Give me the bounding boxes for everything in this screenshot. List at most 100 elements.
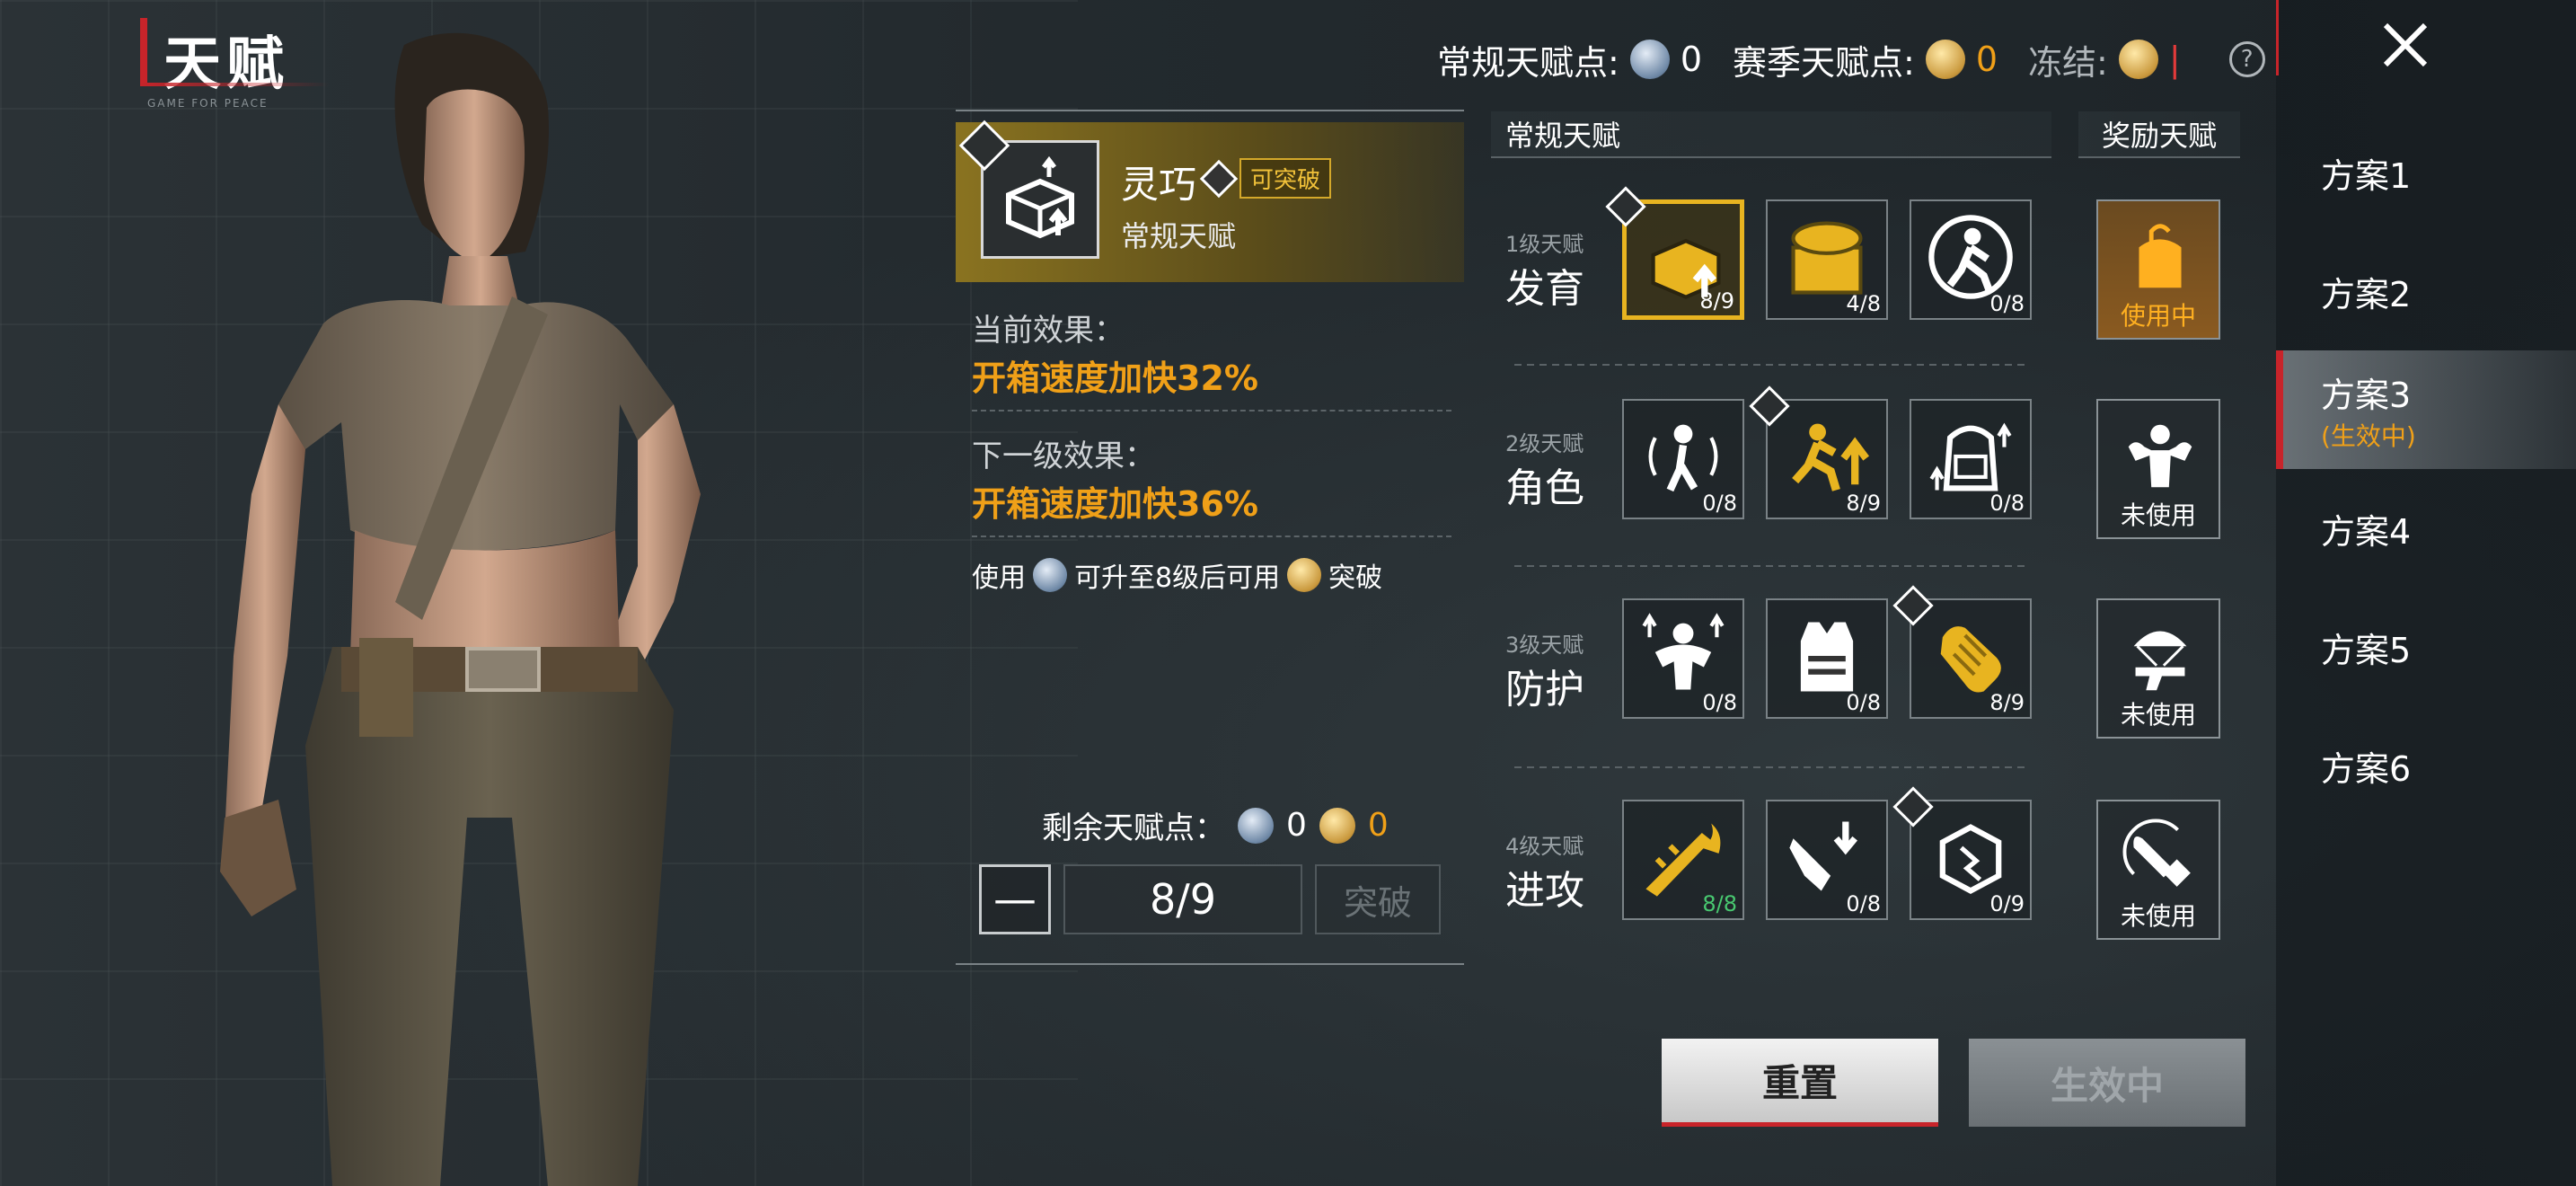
gold-coin-icon (1319, 807, 1355, 844)
armor-buff-icon (1642, 613, 1725, 690)
bonus-status: 未使用 (2120, 901, 2196, 931)
remaining-regular-value: 0 (1286, 807, 1307, 844)
page-title: 天赋 (163, 31, 289, 98)
gold-coin-icon (1287, 558, 1322, 592)
scheme-label: 方案6 (2321, 748, 2412, 789)
frozen-label: 冻结: (2028, 42, 2108, 83)
divider (972, 535, 1451, 537)
game-tag: GAME FOR PEACE (147, 97, 269, 110)
scheme-2[interactable]: 方案2 (2276, 232, 2576, 350)
level-value: 8/9 (1063, 864, 1302, 934)
title-accent (140, 18, 147, 83)
scheme-list: 方案1 方案2 方案3 (生效中) 方案4 方案5 方案6 (2276, 113, 2576, 825)
talent-detail-icon (981, 140, 1099, 259)
scheme-label: 方案3 (2321, 375, 2412, 415)
talent-count: 0/8 (1702, 491, 1737, 516)
close-button[interactable] (2369, 9, 2441, 81)
talent-cell[interactable]: 0/8 (1622, 598, 1744, 719)
talent-cell[interactable]: 8/9 (1622, 199, 1744, 320)
break-button[interactable]: 突破 (1315, 864, 1441, 934)
remaining-season-value: 0 (1367, 807, 1389, 844)
hint-use: 使用 (972, 562, 1026, 594)
next-effect-label: 下一级效果： (972, 438, 1155, 474)
bonus-status: 未使用 (2120, 500, 2196, 530)
bullet-icon (2122, 819, 2191, 887)
frozen-value: | (2168, 40, 2181, 79)
tier-level: 1级天赋 (1505, 232, 1584, 257)
tier-name: 防护 (1505, 667, 1584, 712)
break-diamond-icon (1199, 159, 1239, 198)
tier-1-label: 1级天赋发育 (1505, 226, 1595, 314)
airdrop-pistol-icon (2133, 631, 2187, 691)
glove-icon (1940, 626, 2001, 693)
level-stepper: — 8/9 突破 (979, 864, 1441, 934)
reset-button[interactable]: 重置 (1662, 1039, 1938, 1127)
rifle-fire-icon (1645, 823, 1721, 897)
breakable-badge: 可突破 (1199, 158, 1332, 199)
row-divider (1514, 356, 2026, 366)
talent-cell[interactable]: 0/8 (1622, 399, 1744, 519)
current-effect-value: 开箱速度加快32% (972, 358, 1258, 398)
tier-name: 进攻 (1505, 868, 1584, 914)
talent-cell[interactable]: 0/8 (1766, 800, 1888, 920)
treasure-chest-icon (1791, 221, 1863, 295)
detail-bottom-border (956, 963, 1464, 965)
decrease-button[interactable]: — (979, 864, 1051, 934)
hint-break: 突破 (1328, 562, 1383, 594)
scheme-label: 方案5 (2321, 630, 2412, 670)
bonus-talent-cell[interactable]: 使用中 (2096, 199, 2220, 340)
silver-coin-icon (1033, 558, 1067, 592)
tier-level: 4级天赋 (1505, 834, 1584, 859)
scheme-4[interactable]: 方案4 (2276, 469, 2576, 588)
season-points-label: 赛季天赋点: (1733, 42, 1915, 83)
bonus-talent-cell[interactable]: 未使用 (2096, 598, 2220, 739)
talent-cell[interactable]: 0/8 (1766, 598, 1888, 719)
tier-level: 3级天赋 (1505, 633, 1584, 658)
scheme-1[interactable]: 方案1 (2276, 113, 2576, 232)
talent-cell[interactable]: 0/8 (1910, 199, 2032, 320)
scheme-6[interactable]: 方案6 (2276, 706, 2576, 825)
tier-4-label: 4级天赋进攻 (1505, 828, 1595, 916)
weapon-reload-icon (1789, 821, 1857, 891)
running-soldier-icon (1928, 215, 2013, 299)
talent-count: 0/8 (1702, 690, 1737, 715)
backpack-unlock-icon (2139, 224, 2182, 288)
vest-upgrade-icon (1800, 622, 1854, 692)
bonus-status: 使用中 (2120, 301, 2196, 331)
talent-count: 0/8 (1846, 891, 1881, 916)
talent-count: 0/8 (1989, 491, 2025, 516)
help-icon[interactable]: ? (2228, 41, 2265, 77)
talent-count: 0/9 (1989, 891, 2025, 916)
tier-name: 发育 (1505, 266, 1584, 312)
talent-cell[interactable]: 0/8 (1910, 399, 2032, 519)
remaining-points: 剩余天赋点： 0 0 (1042, 803, 1389, 847)
talent-name: 灵巧 (1121, 163, 1197, 207)
talent-count: 0/8 (1989, 291, 2025, 316)
soldier-sound-icon (1648, 424, 1718, 492)
backpack-upgrade-icon (1929, 422, 2012, 491)
talent-cell[interactable]: 8/9 (1910, 598, 2032, 719)
talent-cell[interactable]: 0/9 (1910, 800, 2032, 920)
cube-break-icon (1939, 824, 2002, 894)
breakable-label: 可突破 (1239, 158, 1332, 199)
title-underline (140, 83, 329, 86)
scheme-3[interactable]: 方案3 (生效中) (2276, 350, 2576, 469)
talent-count: 8/8 (1702, 891, 1737, 916)
talent-cell[interactable]: 8/8 (1622, 800, 1744, 920)
talent-count: 4/8 (1846, 291, 1881, 316)
current-effect-label: 当前效果： (972, 313, 1125, 349)
bonus-talent-cell[interactable]: 未使用 (2096, 800, 2220, 940)
tier-3-label: 3级天赋防护 (1505, 627, 1595, 714)
talent-cell[interactable]: 4/8 (1766, 199, 1888, 320)
apply-button[interactable]: 生效中 (1969, 1039, 2245, 1127)
bonus-talent-cell[interactable]: 未使用 (2096, 399, 2220, 539)
talent-count: 8/9 (1699, 288, 1734, 314)
scheme-5[interactable]: 方案5 (2276, 588, 2576, 706)
regular-points-label: 常规天赋点: (1437, 42, 1619, 83)
talent-cell[interactable]: 8/9 (1766, 399, 1888, 519)
points-bar: 常规天赋点: 0 赛季天赋点: 0 冻结: | ? (1437, 34, 2265, 84)
hint-middle: 可升至8级后可用 (1074, 562, 1281, 594)
next-effect-value: 开箱速度加快36% (972, 484, 1258, 524)
silver-coin-icon (1629, 40, 1670, 79)
remaining-label: 剩余天赋点： (1042, 810, 1225, 846)
